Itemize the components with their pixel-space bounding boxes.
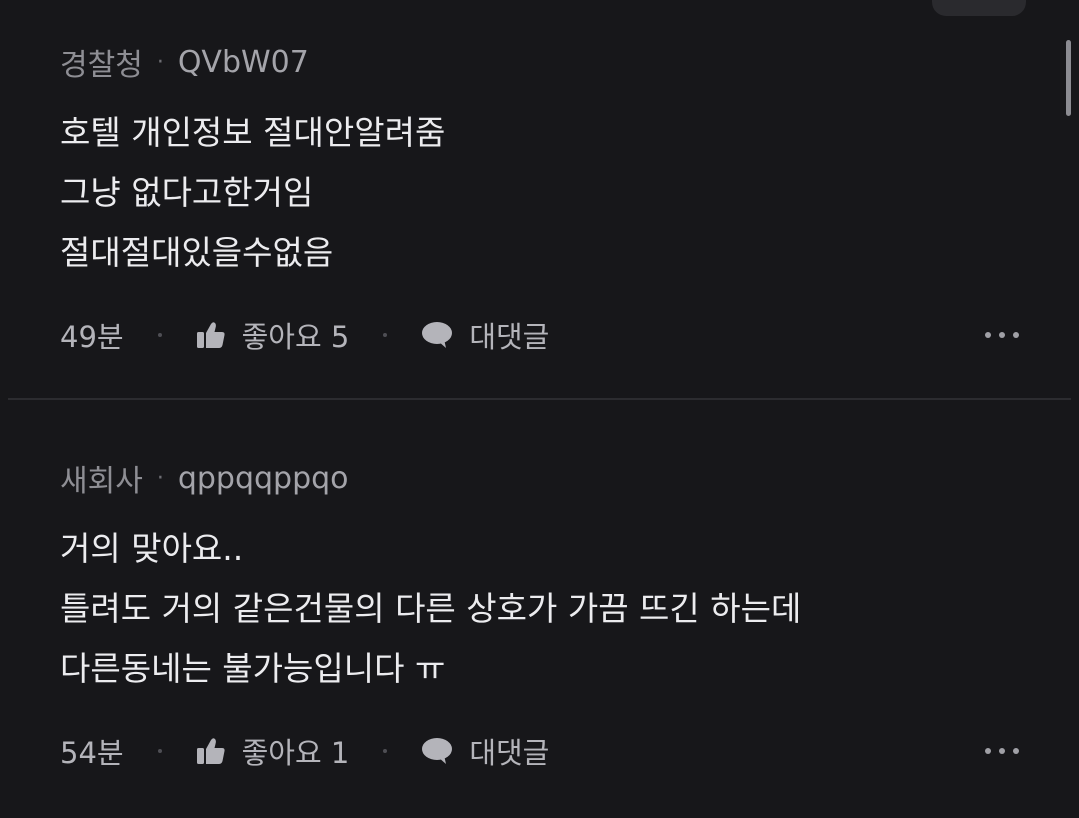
more-options-icon[interactable] <box>985 332 1019 338</box>
comment-line: 거의 맞아요.. <box>60 529 244 568</box>
footer-separator <box>157 749 162 753</box>
comment-body: 호텔 개인정보 절대안알려줌 그냥 없다고한거임 절대절대있을수없음 <box>60 103 445 283</box>
reply-label: 대댓글 <box>469 736 550 770</box>
comment-time: 49분 <box>60 320 124 354</box>
thumbs-up-icon <box>196 738 225 764</box>
comment-line: 호텔 개인정보 절대안알려줌 <box>60 113 446 152</box>
comment-item: 경찰청 · QVbW07 호텔 개인정보 절대안알려줌 그냥 없다고한거임 절대… <box>0 0 1079 398</box>
comment-item: 새회사 · qppqqppqo 거의 맞아요.. 틀려도 거의 같은건물의 다른… <box>0 400 1079 818</box>
comment-author[interactable]: 경찰청 <box>60 40 143 84</box>
comment-handle[interactable]: qppqqppqo <box>178 461 349 496</box>
footer-separator <box>157 333 162 337</box>
comment-author[interactable]: 새회사 <box>60 456 143 500</box>
reply-label: 대댓글 <box>469 320 550 354</box>
comment-handle[interactable]: QVbW07 <box>178 45 309 80</box>
comment-footer: 54분 좋아요 1 대댓글 <box>60 731 1019 771</box>
reply-button[interactable]: 대댓글 <box>421 314 549 356</box>
like-label: 좋아요 5 <box>241 320 350 354</box>
meta-separator: · <box>156 49 164 75</box>
comment-body: 거의 맞아요.. 틀려도 거의 같은건물의 다른 상호가 가끔 뜨긴 하는데 다… <box>60 519 801 699</box>
speech-bubble-icon <box>422 322 453 348</box>
comment-meta: 경찰청 · QVbW07 <box>60 40 309 84</box>
comment-footer: 49분 좋아요 5 대댓글 <box>60 315 1019 355</box>
footer-separator <box>383 333 388 337</box>
footer-separator <box>383 749 388 753</box>
more-options-icon[interactable] <box>985 748 1019 754</box>
comment-meta: 새회사 · qppqqppqo <box>60 456 349 500</box>
comment-line: 틀려도 거의 같은건물의 다른 상호가 가끔 뜨긴 하는데 <box>60 589 802 628</box>
speech-bubble-icon <box>422 738 453 764</box>
meta-separator: · <box>156 465 164 491</box>
reply-button[interactable]: 대댓글 <box>421 730 549 772</box>
like-button[interactable]: 좋아요 1 <box>196 730 350 772</box>
comment-line: 절대절대있을수없음 <box>60 233 334 272</box>
comment-time: 54분 <box>60 736 124 770</box>
like-label: 좋아요 1 <box>241 736 350 770</box>
comment-line: 다른동네는 불가능입니다 ㅠ <box>60 649 446 688</box>
comment-line: 그냥 없다고한거임 <box>60 173 314 212</box>
thumbs-up-icon <box>196 322 225 348</box>
like-button[interactable]: 좋아요 5 <box>196 314 350 356</box>
